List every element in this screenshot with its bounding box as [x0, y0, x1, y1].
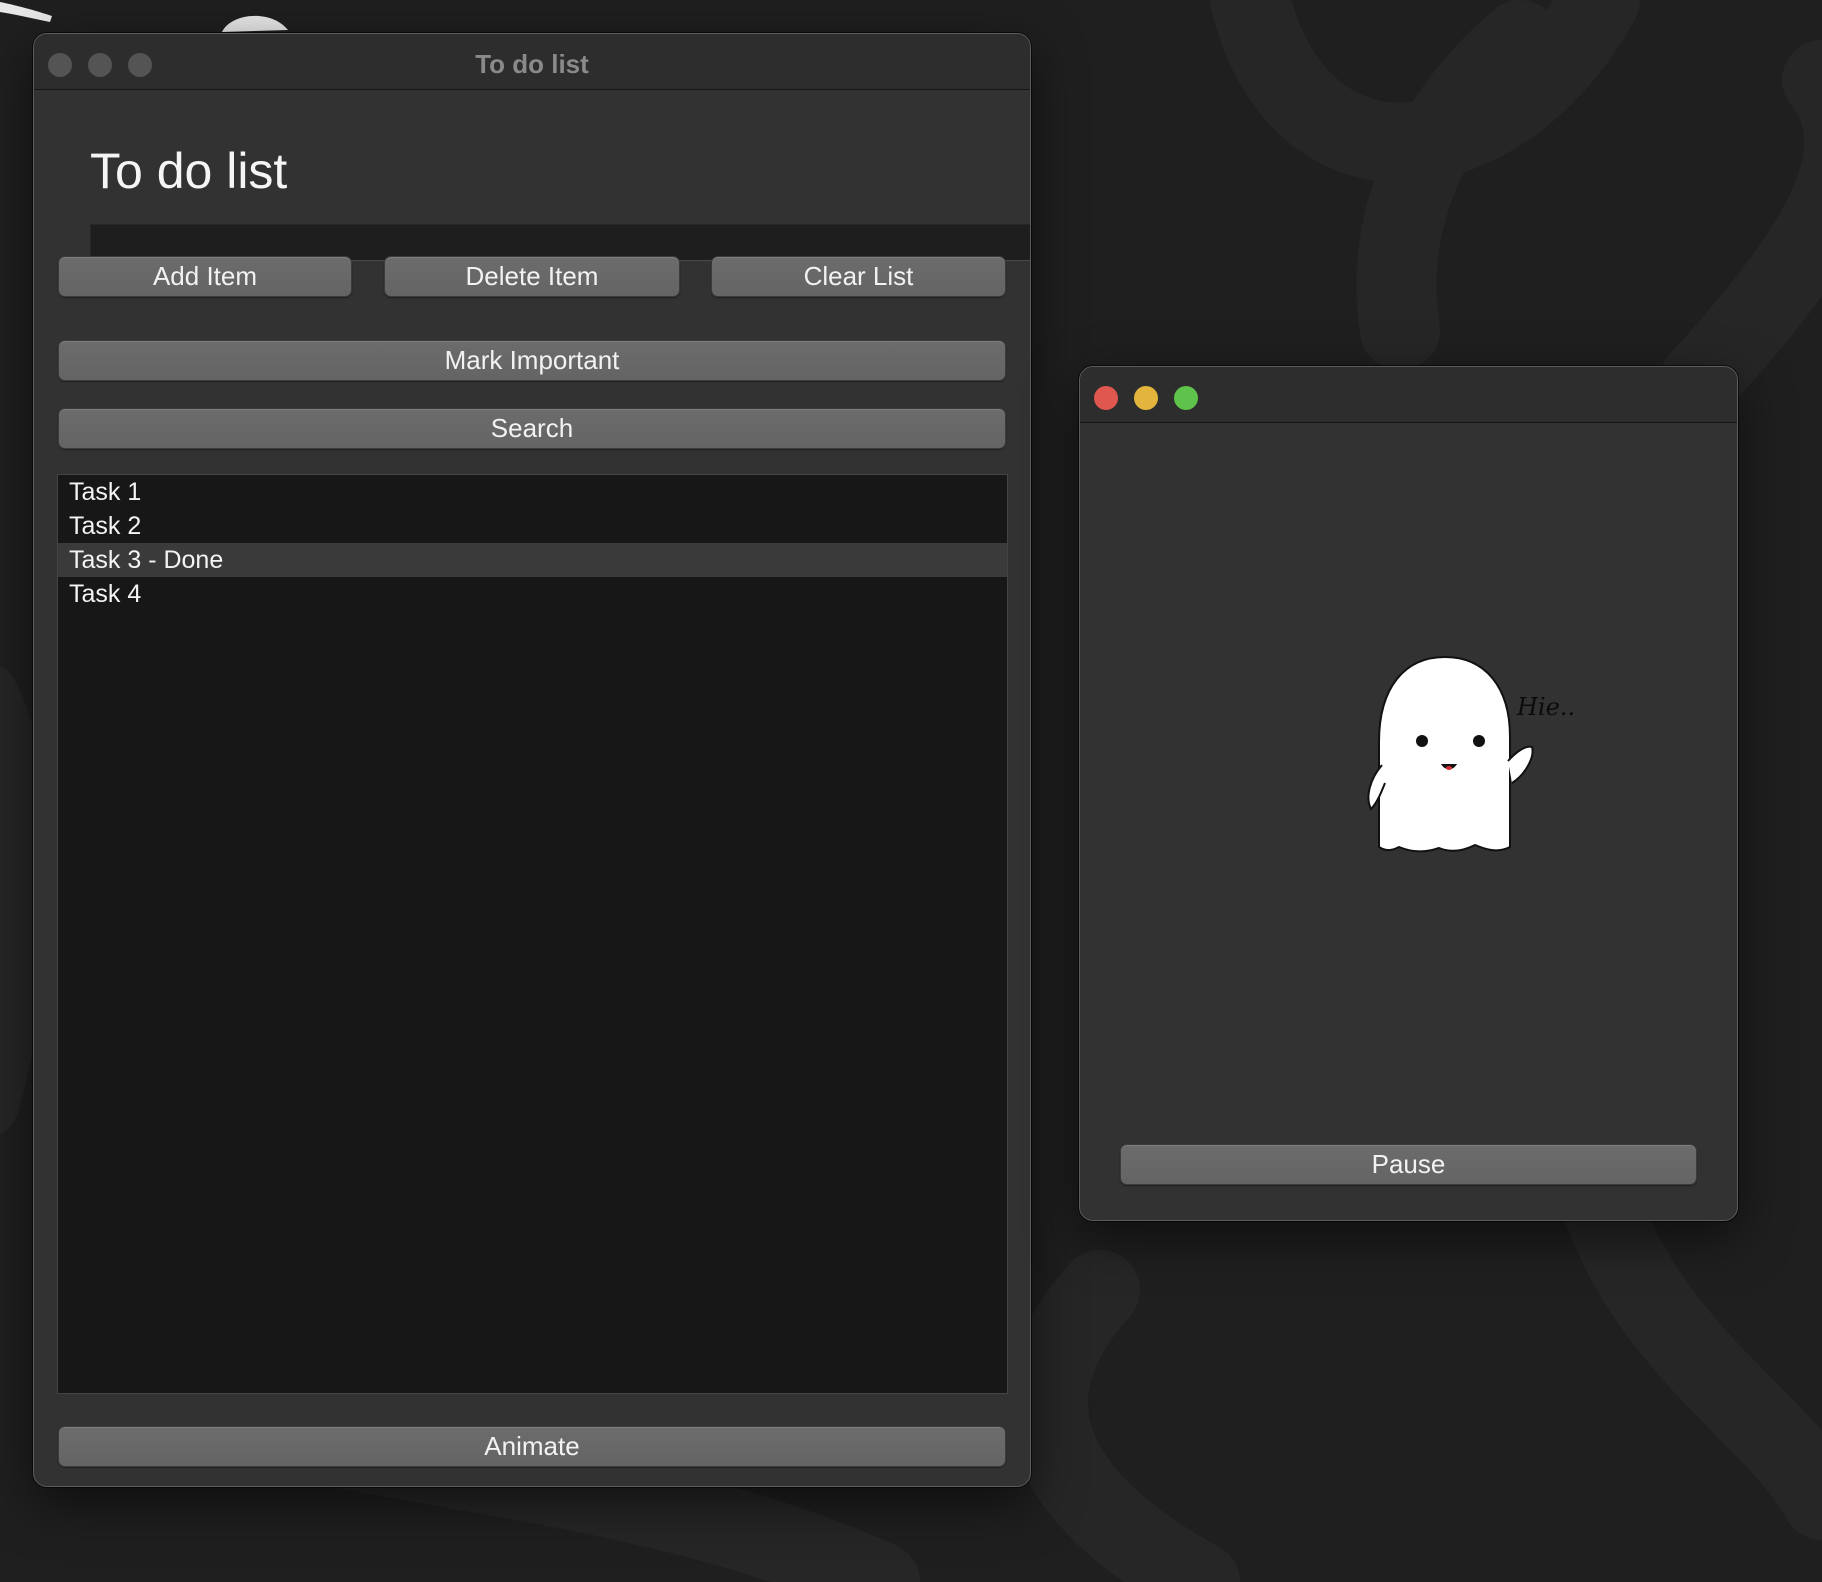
- list-item[interactable]: Task 4: [58, 577, 1007, 611]
- todo-window: To do list To do list Add Item Delete It…: [33, 33, 1031, 1487]
- zoom-icon[interactable]: [1174, 386, 1198, 410]
- task-list[interactable]: Task 1 Task 2 Task 3 - Done Task 4: [57, 474, 1008, 1394]
- minimize-icon[interactable]: [1134, 386, 1158, 410]
- pause-button[interactable]: Pause: [1120, 1144, 1697, 1185]
- page-title: To do list: [90, 143, 288, 199]
- delete-item-button[interactable]: Delete Item: [384, 256, 680, 297]
- list-item[interactable]: Task 1: [58, 475, 1007, 509]
- list-item[interactable]: Task 2: [58, 509, 1007, 543]
- ghost-icon: Hie..: [1367, 655, 1575, 853]
- animate-button[interactable]: Animate: [58, 1426, 1006, 1467]
- search-button[interactable]: Search: [58, 408, 1006, 449]
- list-item-selected[interactable]: Task 3 - Done: [58, 543, 1007, 577]
- mark-important-button[interactable]: Mark Important: [58, 340, 1006, 381]
- animation-window: Hie.. Pause: [1079, 366, 1738, 1221]
- close-icon[interactable]: [1094, 386, 1118, 410]
- ghost-caption: Hie..: [1516, 693, 1575, 721]
- window-title: To do list: [475, 49, 589, 79]
- add-item-button[interactable]: Add Item: [58, 256, 352, 297]
- clear-list-button[interactable]: Clear List: [711, 256, 1006, 297]
- todo-titlebar[interactable]: To do list: [34, 34, 1030, 90]
- animation-titlebar[interactable]: [1080, 367, 1737, 423]
- ghost-canvas: Hie..: [1365, 647, 1575, 872]
